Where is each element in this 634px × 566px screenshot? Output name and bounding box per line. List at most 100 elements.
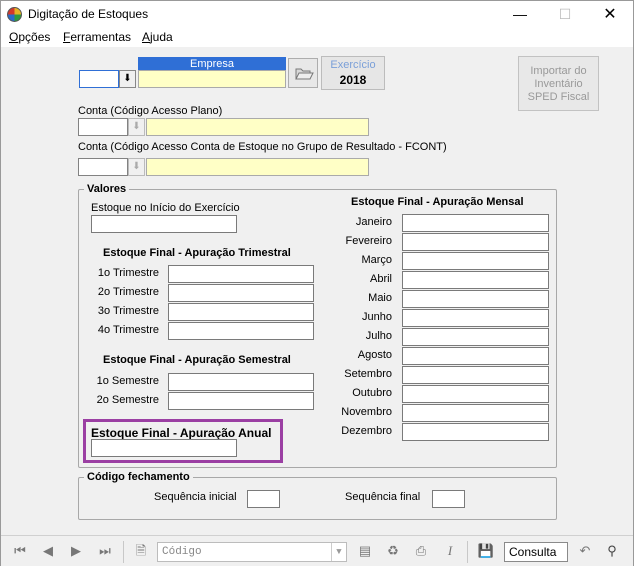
undo-icon[interactable]: ↶: [574, 540, 596, 562]
toolbar-separator: [123, 541, 124, 563]
month-label: Abril: [369, 273, 392, 285]
trimestre-2-label: 2o Trimestre: [97, 286, 159, 298]
month-label: Agosto: [357, 349, 392, 361]
conta2-code-input[interactable]: [78, 158, 128, 176]
seq-inicial-input[interactable]: [247, 490, 280, 508]
fechamento-title: Código fechamento: [84, 471, 193, 483]
maximize-button[interactable]: ☐: [542, 1, 588, 28]
month-input[interactable]: [402, 290, 549, 308]
month-input[interactable]: [402, 328, 549, 346]
month-label: Setembro: [344, 368, 392, 380]
menu-ajuda[interactable]: Ajuda: [142, 30, 173, 44]
month-input[interactable]: [402, 366, 549, 384]
conta1-code-input[interactable]: [78, 118, 128, 136]
semestral-title: Estoque Final - Apuração Semestral: [103, 354, 291, 366]
month-label: Junho: [362, 311, 392, 323]
print-icon[interactable]: ⎙: [410, 540, 432, 562]
trimestre-2-input[interactable]: [168, 284, 314, 302]
minimize-button[interactable]: —: [497, 1, 543, 28]
delete-record-icon[interactable]: ♻: [382, 540, 404, 562]
previous-record-icon[interactable]: ◀: [37, 540, 59, 562]
import-line1: Importar do: [530, 65, 587, 77]
menu-opcoes[interactable]: Opções: [9, 30, 50, 44]
month-label: Fevereiro: [345, 235, 392, 247]
conta2-name-field: [146, 158, 369, 176]
month-label: Outubro: [352, 387, 392, 399]
anual-title: Estoque Final - Apuração Anual: [91, 426, 272, 440]
first-record-icon[interactable]: ⏮: [9, 540, 31, 562]
conta2-label: Conta (Código Acesso Conta de Estoque no…: [78, 141, 447, 153]
trimestre-1-input[interactable]: [168, 265, 314, 283]
combo-placeholder: Código: [162, 546, 202, 558]
inicio-input[interactable]: [91, 215, 237, 233]
import-sped-button[interactable]: Importar do Inventário SPED Fiscal: [518, 56, 599, 111]
empresa-code-input[interactable]: [79, 70, 119, 88]
mode-indicator: Consulta: [504, 542, 568, 562]
import-line3: SPED Fiscal: [527, 91, 590, 103]
trimestre-3-label: 3o Trimestre: [97, 305, 159, 317]
exercicio-box: Exercício 2018: [321, 56, 385, 90]
semestre-1-input[interactable]: [168, 373, 314, 391]
exercicio-label: Exercício: [330, 59, 376, 71]
month-label: Maio: [368, 292, 392, 304]
conta2-lookup-button[interactable]: ⬇: [128, 158, 145, 176]
month-label: Julho: [365, 330, 392, 342]
empresa-name-field: [138, 70, 286, 88]
import-line2: Inventário: [534, 78, 583, 90]
conta1-name-field: [146, 118, 369, 136]
trimestre-3-input[interactable]: [168, 303, 314, 321]
month-input[interactable]: [402, 214, 549, 232]
conta1-lookup-button[interactable]: ⬇: [128, 118, 145, 136]
seq-final-label: Sequência final: [345, 491, 421, 503]
month-input[interactable]: [402, 347, 549, 365]
empresa-lookup-button[interactable]: ⬇: [119, 70, 136, 88]
app-window: Digitação de Estoques — ☐ ✕ Opções Ferra…: [0, 0, 634, 566]
fechamento-group: [78, 477, 557, 520]
month-input[interactable]: [402, 271, 549, 289]
last-record-icon[interactable]: ⏭: [94, 540, 116, 562]
open-folder-button[interactable]: [288, 58, 318, 88]
trimestre-1-label: 1o Trimestre: [97, 267, 159, 279]
month-input[interactable]: [402, 233, 549, 251]
seq-final-input[interactable]: [432, 490, 465, 508]
chevron-down-icon[interactable]: ▼: [331, 543, 346, 561]
app-logo-icon: [7, 7, 22, 22]
month-label: Dezembro: [341, 425, 392, 437]
semestre-2-input[interactable]: [168, 392, 314, 410]
exercicio-value: 2018: [339, 73, 367, 87]
bottom-toolbar: ⏮ ◀ ▶ ⏭ 🗎 Código ▼ ▤ ♻ ⎙ I 💾 Consulta ↶ …: [1, 535, 633, 566]
month-input[interactable]: [402, 252, 549, 270]
title-bar: Digitação de Estoques — ☐ ✕: [1, 1, 633, 28]
valores-title: Valores: [84, 183, 130, 195]
month-input[interactable]: [402, 404, 549, 422]
inicio-label: Estoque no Início do Exercício: [91, 202, 240, 214]
month-input[interactable]: [402, 385, 549, 403]
new-document-icon[interactable]: 🗎: [130, 540, 152, 562]
menu-bar: Opções Ferramentas Ajuda: [1, 28, 633, 47]
window-title: Digitação de Estoques: [28, 7, 149, 21]
month-label: Janeiro: [355, 216, 392, 228]
menu-ferramentas[interactable]: Ferramentas: [63, 30, 131, 44]
edit-grid-icon[interactable]: ▤: [354, 540, 376, 562]
trimestre-4-label: 4o Trimestre: [97, 324, 159, 336]
toolbar-separator-2: [467, 541, 468, 563]
trimestre-4-input[interactable]: [168, 322, 314, 340]
month-input[interactable]: [402, 423, 549, 441]
month-input[interactable]: [402, 309, 549, 327]
italic-info-icon[interactable]: I: [439, 540, 461, 562]
mensal-title: Estoque Final - Apuração Mensal: [351, 196, 524, 208]
anual-input[interactable]: [91, 439, 237, 457]
semestre-2-label: 2o Semestre: [96, 394, 159, 406]
seq-inicial-label: Sequência inicial: [154, 491, 237, 503]
next-record-icon[interactable]: ▶: [65, 540, 87, 562]
binoculars-search-icon[interactable]: ⚲: [601, 540, 623, 562]
folder-icon: [295, 68, 314, 80]
trimestral-title: Estoque Final - Apuração Trimestral: [103, 247, 291, 259]
save-icon[interactable]: 💾: [475, 540, 497, 562]
semestre-1-label: 1o Semestre: [96, 375, 159, 387]
code-search-combo[interactable]: Código ▼: [157, 542, 347, 562]
month-label: Março: [361, 254, 392, 266]
close-button[interactable]: ✕: [587, 1, 633, 28]
month-label: Novembro: [341, 406, 392, 418]
conta1-label: Conta (Código Acesso Plano): [78, 105, 223, 117]
